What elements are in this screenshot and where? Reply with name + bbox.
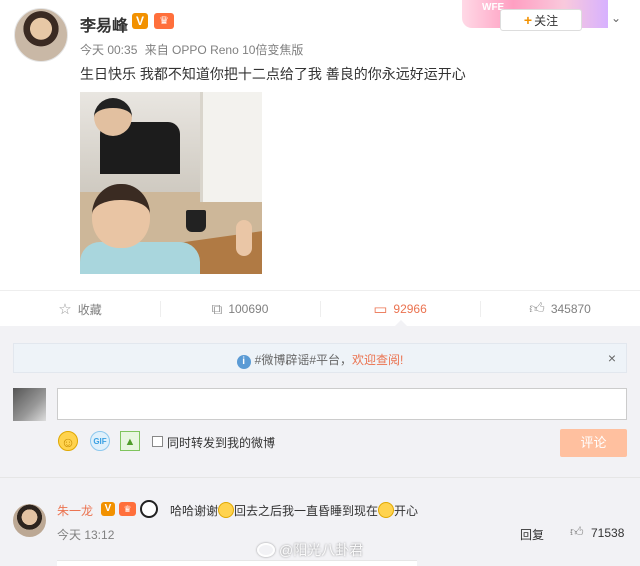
notice-link[interactable]: 欢迎查阅! xyxy=(352,353,403,367)
photo-person-front-head xyxy=(92,184,150,248)
author-avatar[interactable] xyxy=(14,8,68,62)
member-badge-icon: ♛ xyxy=(154,13,174,29)
photo-cup xyxy=(186,210,206,232)
info-icon: i xyxy=(236,355,251,369)
comment-like-count: 71538 xyxy=(591,526,625,540)
gif-icon[interactable]: GIF xyxy=(90,431,110,451)
verified-badge-icon: V xyxy=(132,13,148,29)
comment-section: i #微博辟谣#平台，欢迎查阅! × ☺ GIF ▲ 同时转发到我的微博 评论 朱… xyxy=(0,326,640,566)
panda-badge-icon xyxy=(140,500,158,518)
repost-button[interactable]: ⧉ 100690 xyxy=(160,291,320,327)
post-meta: 今天 00:35 来自 OPPO Reno 10倍变焦版 xyxy=(80,41,307,58)
next-comment-peek xyxy=(57,560,417,566)
watermark-text: @阳光八卦君 xyxy=(279,542,364,558)
comment-text-part: 回去之后我一直昏睡到现在 xyxy=(234,504,379,518)
like-count: 345870 xyxy=(550,302,591,316)
post-text: 生日快乐 我都不知道你把十二点给了我 善良的你永远好运开心 xyxy=(80,66,466,82)
comment-divider xyxy=(0,477,640,478)
weibo-logo-icon xyxy=(257,543,275,557)
star-icon: ☆ xyxy=(58,301,72,318)
follow-label: 关注 xyxy=(534,14,559,28)
weibo-post: 李易峰 V ♛ WFE + 关注 ⌄ 今天 00:35 来自 OPPO Reno … xyxy=(0,0,640,290)
comment-count: 92966 xyxy=(393,302,427,316)
reply-button[interactable]: 回复 xyxy=(520,526,544,543)
comment-text-part: 哈哈谢谢 xyxy=(170,504,219,518)
thumbs-up-icon[interactable]: 👍︎ xyxy=(570,524,584,540)
repost-icon: ⧉ xyxy=(211,300,223,318)
current-user-avatar xyxy=(13,388,46,421)
comment-icon: ▭ xyxy=(373,301,388,318)
photo-hand xyxy=(236,220,252,256)
author-name[interactable]: 李易峰 xyxy=(80,12,128,36)
notice-prefix[interactable]: #微博辟谣#平台， xyxy=(255,353,352,367)
thumbs-up-icon: 👍︎ xyxy=(529,300,545,317)
comment-text-part: 开心 xyxy=(394,504,419,518)
close-icon[interactable]: × xyxy=(608,350,616,366)
comment-text: 哈哈谢谢 回去之后我一直昏睡到现在 开心 xyxy=(170,502,418,519)
comment-input[interactable] xyxy=(57,388,627,420)
post-time[interactable]: 今天 00:35 xyxy=(80,43,137,57)
laugh-emoji-icon xyxy=(218,502,235,518)
plus-icon: + xyxy=(523,12,533,28)
commenter-name[interactable]: 朱一龙 xyxy=(57,502,93,519)
follow-button[interactable]: + 关注 xyxy=(500,9,582,31)
comment-time: 今天 13:12 xyxy=(57,528,115,542)
like-button[interactable]: 👍︎ 345870 xyxy=(480,291,640,327)
watermark: @阳光八卦君 xyxy=(257,540,363,560)
shy-emoji-icon xyxy=(378,502,395,518)
favorite-label: 收藏 xyxy=(77,302,102,317)
photo-person-back-head xyxy=(94,98,132,136)
rumor-notice: i #微博辟谣#平台，欢迎查阅! × xyxy=(13,343,627,373)
verified-badge-icon: V xyxy=(101,502,115,516)
action-bar: ☆ 收藏 ⧉ 100690 ▭ 92966 👍︎ 345870 xyxy=(0,290,640,326)
repost-count: 100690 xyxy=(228,302,269,316)
post-source: 来自 OPPO Reno 10倍变焦版 xyxy=(144,43,304,57)
repost-checkbox[interactable] xyxy=(152,436,163,447)
photo-person-front-body xyxy=(80,242,200,274)
photo-window xyxy=(200,92,262,202)
repost-checkbox-label[interactable]: 同时转发到我的微博 xyxy=(167,434,275,451)
commenter-avatar[interactable] xyxy=(13,504,46,537)
favorite-button[interactable]: ☆ 收藏 xyxy=(0,291,160,327)
member-badge-icon: ♛ xyxy=(119,502,136,516)
emoji-icon[interactable]: ☺ xyxy=(58,431,78,451)
submit-comment-button[interactable]: 评论 xyxy=(560,429,627,457)
image-icon[interactable]: ▲ xyxy=(120,431,140,451)
chevron-down-icon[interactable]: ⌄ xyxy=(611,11,621,25)
notice-text: i #微博辟谣#平台，欢迎查阅! xyxy=(14,351,626,369)
post-photo[interactable] xyxy=(80,92,262,274)
